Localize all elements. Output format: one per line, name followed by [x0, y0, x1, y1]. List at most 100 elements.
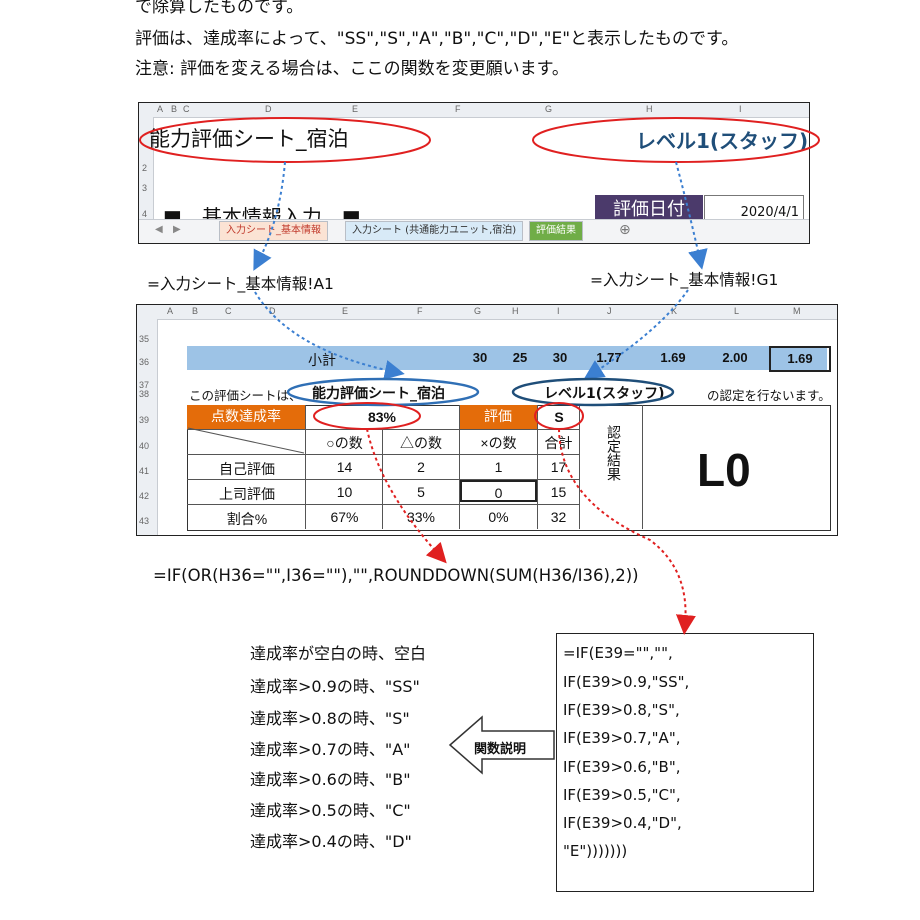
table-cell: 15	[550, 484, 567, 500]
rule-line: 達成率>0.7の時、"A"	[250, 740, 411, 759]
col-letter: L	[734, 306, 740, 316]
row-number: 42	[139, 491, 150, 501]
table-cell: 0%	[488, 509, 509, 525]
header-triangle: △の数	[400, 435, 442, 451]
col-letter: M	[793, 306, 801, 316]
col-letter: K	[671, 306, 678, 316]
formula-line: "E")))))))	[563, 842, 628, 860]
rule-line: 達成率>0.6の時、"B"	[250, 770, 411, 789]
intro-line-3: 注意: 評価を変える場合は、ここの関数を変更願います。	[135, 59, 569, 79]
row-number: 39	[139, 415, 150, 425]
col-letter: D	[265, 104, 272, 114]
rule-line: 達成率>0.5の時、"C"	[250, 801, 411, 820]
rule-line: 達成率>0.8の時、"S"	[250, 709, 410, 728]
tab-scroll-right-icon[interactable]: ▶	[173, 224, 181, 235]
subtotal-value: 30	[472, 350, 488, 365]
row-number: 2	[142, 163, 148, 173]
table-cell: 67%	[330, 509, 359, 525]
table-cell: 10	[336, 484, 353, 500]
top-sheet-screenshot: A B C D E F G H I 2 3 4 能力評価シート_宿泊 レベル1(…	[138, 102, 810, 244]
subtotal-value: 30	[552, 350, 568, 365]
explain-label: 関数説明	[474, 742, 527, 757]
table-cell-selected: 0	[460, 480, 537, 502]
grade-value: S	[554, 409, 564, 425]
formula-line: IF(E39>0.8,"S",	[563, 701, 680, 719]
table-cell: 1	[494, 459, 503, 475]
formula-line: =IF(E39="","",	[563, 644, 673, 662]
col-letter: A	[157, 104, 164, 114]
col-letter: F	[455, 104, 461, 114]
header-total: 合計	[544, 435, 573, 451]
row-label: 自己評価	[219, 461, 275, 477]
col-letter: E	[342, 306, 349, 316]
cert-label: 認定結果	[605, 425, 621, 481]
row-number: 38	[139, 389, 150, 399]
tab-eval-result[interactable]: 評価結果	[529, 221, 583, 241]
tab-basic-info[interactable]: 入力シート_基本情報	[219, 221, 328, 241]
bottom-row-header: 35 36 37 38 39 40 41 42 43	[137, 319, 158, 535]
col-letter: B	[171, 104, 178, 114]
rate-formula: =IF(OR(H36="",I36=""),"",ROUNDDOWN(SUM(H…	[153, 566, 639, 585]
col-letter: C	[183, 104, 190, 114]
col-letter: I	[739, 104, 742, 114]
col-letter: H	[646, 104, 653, 114]
rule-line: 達成率>0.9の時、"SS"	[250, 677, 420, 696]
rate-value: 83%	[367, 409, 397, 425]
intro-line-1: で除算したものです。	[135, 0, 304, 17]
subtotal-label: 小計	[308, 352, 336, 368]
table-cell: 14	[336, 459, 353, 475]
grade-formula-box: =IF(E39="","", IF(E39>0.9,"SS", IF(E39>0…	[556, 633, 814, 892]
sentence-title: 能力評価シート_宿泊	[312, 386, 445, 402]
col-letter: G	[545, 104, 553, 114]
row-number: 36	[139, 357, 150, 367]
table-cell: 33%	[406, 509, 436, 525]
row-number: 41	[139, 466, 150, 476]
grade-label: 評価	[459, 405, 537, 429]
subtotal-value: 1.77	[596, 350, 622, 365]
header-cross: ×の数	[480, 435, 517, 451]
col-letter: J	[607, 306, 612, 316]
level-title: レベル1(スタッフ)	[636, 129, 809, 153]
sentence-prefix: この評価シートは、	[189, 388, 302, 403]
header-circle: ○の数	[326, 435, 363, 451]
cert-value: L0	[697, 444, 751, 496]
col-letter: B	[192, 306, 199, 316]
table-cell: 17	[550, 459, 567, 475]
row-label: 上司評価	[219, 486, 275, 502]
add-sheet-icon[interactable]: ⊕	[619, 222, 631, 238]
bottom-column-header: A B C D E F G H I J K L M	[137, 305, 837, 320]
formula-line: IF(E39>0.5,"C",	[563, 786, 681, 804]
col-letter: I	[557, 306, 560, 316]
bottom-sheet-screenshot: A B C D E F G H I J K L M 35 36 37 38 39…	[136, 304, 838, 536]
formula-line: IF(E39>0.4,"D",	[563, 814, 682, 832]
ref-formula-a1: =入力シート_基本情報!A1	[147, 275, 334, 293]
col-letter: E	[352, 104, 359, 114]
col-letter: D	[269, 306, 276, 316]
rule-line: 達成率が空白の時、空白	[250, 644, 427, 663]
row-label: 割合%	[226, 511, 268, 527]
subtotal-value: 2.00	[722, 350, 748, 365]
col-letter: G	[474, 306, 482, 316]
top-column-header: A B C D E F G H I	[139, 103, 809, 118]
rate-label: 点数達成率	[187, 405, 305, 429]
row-number: 43	[139, 516, 150, 526]
table-cell: 2	[417, 459, 425, 475]
formula-line: IF(E39>0.6,"B",	[563, 758, 681, 776]
row-number: 40	[139, 441, 150, 451]
subtotal-value-selected: 1.69	[769, 346, 831, 372]
subtotal-value: 1.69	[660, 350, 686, 365]
eval-date-label: 評価日付	[595, 195, 703, 221]
row-number: 4	[142, 209, 148, 219]
subtotal-value: 25	[512, 350, 528, 365]
tab-input-sheet[interactable]: 入力シート (共通能力ユニット,宿泊)	[345, 221, 524, 241]
tab-scroll-left-icon[interactable]: ◀	[155, 224, 163, 235]
col-letter: A	[167, 306, 174, 316]
row-number: 3	[142, 183, 148, 193]
col-letter: H	[512, 306, 519, 316]
rule-line: 達成率>0.4の時、"D"	[250, 832, 412, 851]
row-number: 35	[139, 334, 150, 344]
sentence-level: レベル1(スタッフ)	[544, 386, 665, 402]
formula-line: IF(E39>0.7,"A",	[563, 729, 681, 747]
sheet-title: 能力評価シート_宿泊	[149, 127, 349, 151]
ref-formula-g1: =入力シート_基本情報!G1	[590, 271, 779, 289]
